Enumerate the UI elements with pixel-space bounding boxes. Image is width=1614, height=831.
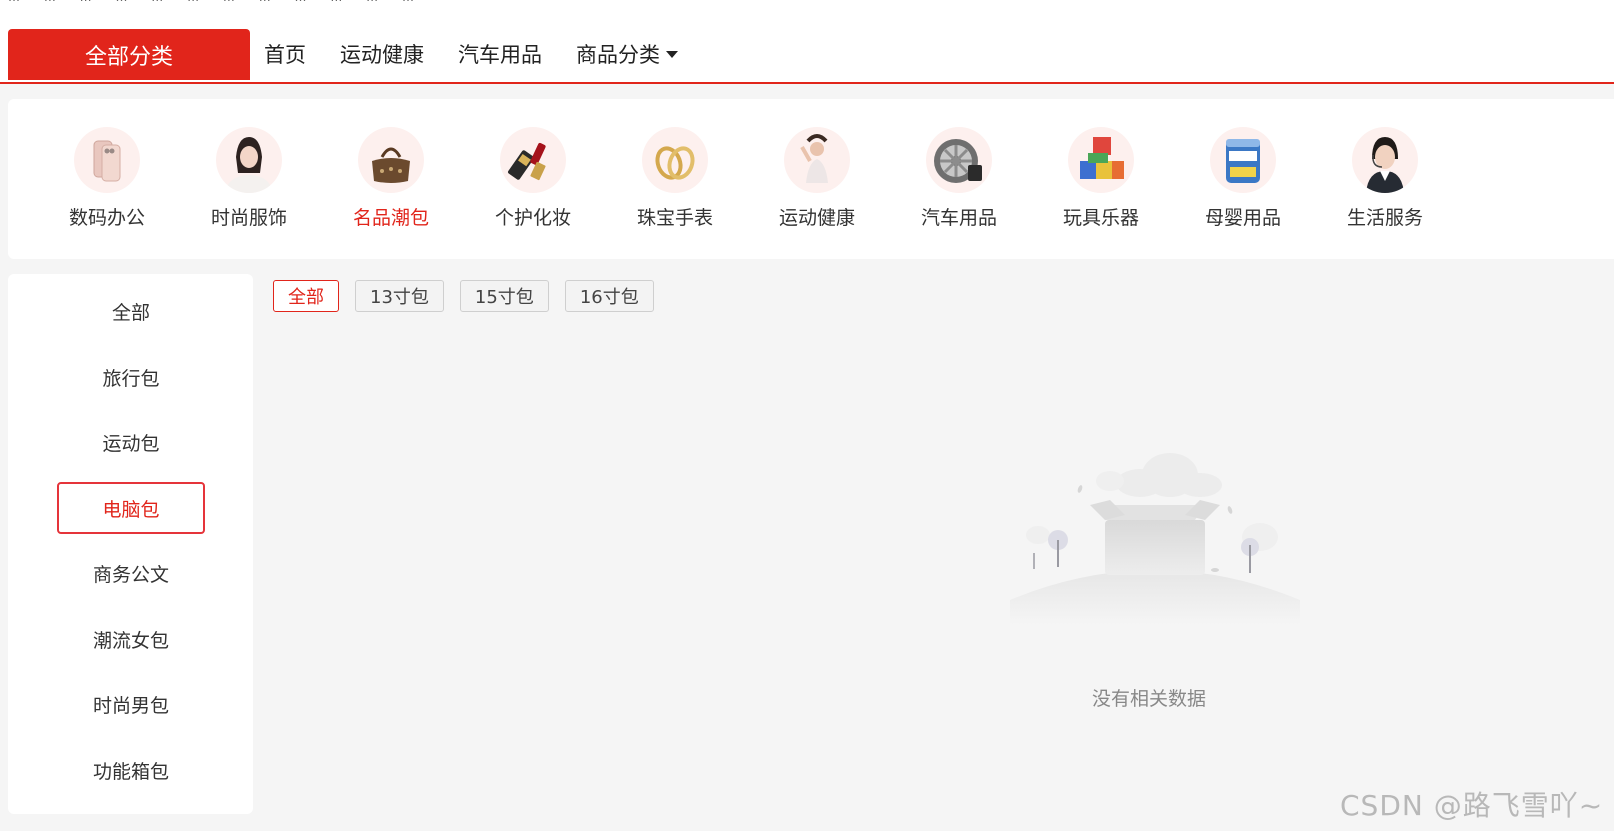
service-agent-icon xyxy=(1352,127,1418,193)
nav-link-product-categories-label: 商品分类 xyxy=(576,43,660,67)
csdn-watermark: CSDN @路飞雪吖~ xyxy=(1340,789,1604,822)
category-item-sports-health[interactable]: 运动健康 xyxy=(762,127,872,230)
category-label: 个护化妆 xyxy=(494,207,571,229)
category-item-luxury-bags[interactable]: 名品潮包 xyxy=(336,127,446,230)
top-strip-text: … … … … … … … … … … … … xyxy=(8,0,424,4)
main-navbar: 全部分类 首页 运动健康 汽车用品 商品分类 xyxy=(0,26,1614,84)
filter-tag-13-inch[interactable]: 13寸包 xyxy=(355,280,444,312)
category-label: 数码办公 xyxy=(68,207,145,229)
category-label: 生活服务 xyxy=(1346,207,1423,229)
category-item-fashion[interactable]: 时尚服饰 xyxy=(194,127,304,230)
category-item-toys-instruments[interactable]: 玩具乐器 xyxy=(1046,127,1156,230)
sidebar-item-all[interactable]: 全部 xyxy=(57,285,205,337)
sidebar-item-business-briefcase[interactable]: 商务公文 xyxy=(57,547,205,599)
all-categories-button[interactable]: 全部分类 xyxy=(8,29,250,80)
category-label: 时尚服饰 xyxy=(210,207,287,229)
category-label: 汽车用品 xyxy=(920,207,997,229)
caret-down-icon xyxy=(666,50,678,58)
phone-icon xyxy=(74,127,140,193)
empty-box-illustration xyxy=(1010,445,1300,625)
category-item-mother-baby[interactable]: 母婴用品 xyxy=(1188,127,1298,230)
sidebar-item-sports-bag[interactable]: 运动包 xyxy=(57,416,205,468)
top-strip: … … … … … … … … … … … … xyxy=(0,0,1614,26)
nav-link-auto-supplies[interactable]: 汽车用品 xyxy=(458,39,542,69)
category-label: 玩具乐器 xyxy=(1062,207,1139,229)
handbag-icon xyxy=(358,127,424,193)
category-label: 名品潮包 xyxy=(352,207,429,229)
yoga-icon xyxy=(784,127,850,193)
category-item-personal-care[interactable]: 个护化妆 xyxy=(478,127,588,230)
category-item-digital-office[interactable]: 数码办公 xyxy=(52,127,162,230)
sidebar-item-mens-bag[interactable]: 时尚男包 xyxy=(57,678,205,730)
filter-tag-all[interactable]: 全部 xyxy=(273,280,339,312)
toy-blocks-icon xyxy=(1068,127,1134,193)
filter-tag-16-inch[interactable]: 16寸包 xyxy=(564,280,654,312)
subcategory-sidebar: 全部 旅行包 运动包 电脑包 商务公文 潮流女包 时尚男包 功能箱包 xyxy=(8,274,253,814)
category-item-auto-supplies[interactable]: 汽车用品 xyxy=(904,127,1014,230)
category-label: 珠宝手表 xyxy=(636,207,713,229)
nav-link-sports-health[interactable]: 运动健康 xyxy=(340,39,424,69)
sidebar-item-womens-bag[interactable]: 潮流女包 xyxy=(57,613,205,665)
sidebar-item-functional-luggage[interactable]: 功能箱包 xyxy=(57,744,205,796)
sidebar-item-travel-bag[interactable]: 旅行包 xyxy=(57,351,205,403)
nav-link-product-categories[interactable]: 商品分类 xyxy=(576,39,678,69)
sidebar-item-laptop-bag[interactable]: 电脑包 xyxy=(57,482,205,534)
category-label: 运动健康 xyxy=(778,207,855,229)
category-item-jewelry-watches[interactable]: 珠宝手表 xyxy=(620,127,730,230)
wheel-icon xyxy=(926,127,992,193)
nav-link-home[interactable]: 首页 xyxy=(264,39,306,69)
lipstick-icon xyxy=(500,127,566,193)
fashion-model-icon xyxy=(216,127,282,193)
category-strip: 数码办公 时尚服饰 名品潮包 个护化妆 珠宝手表 运动健康 汽车用品 玩具乐器 … xyxy=(8,99,1614,259)
nav-links: 首页 运动健康 汽车用品 商品分类 xyxy=(264,26,712,82)
filter-tag-15-inch[interactable]: 15寸包 xyxy=(459,280,549,312)
filter-tags: 全部 13寸包 15寸包 16寸包 xyxy=(273,280,670,312)
category-item-life-services[interactable]: 生活服务 xyxy=(1330,127,1440,230)
rings-icon xyxy=(642,127,708,193)
category-label: 母婴用品 xyxy=(1204,207,1281,229)
formula-can-icon xyxy=(1210,127,1276,193)
empty-state-message: 没有相关数据 xyxy=(1092,688,1207,710)
